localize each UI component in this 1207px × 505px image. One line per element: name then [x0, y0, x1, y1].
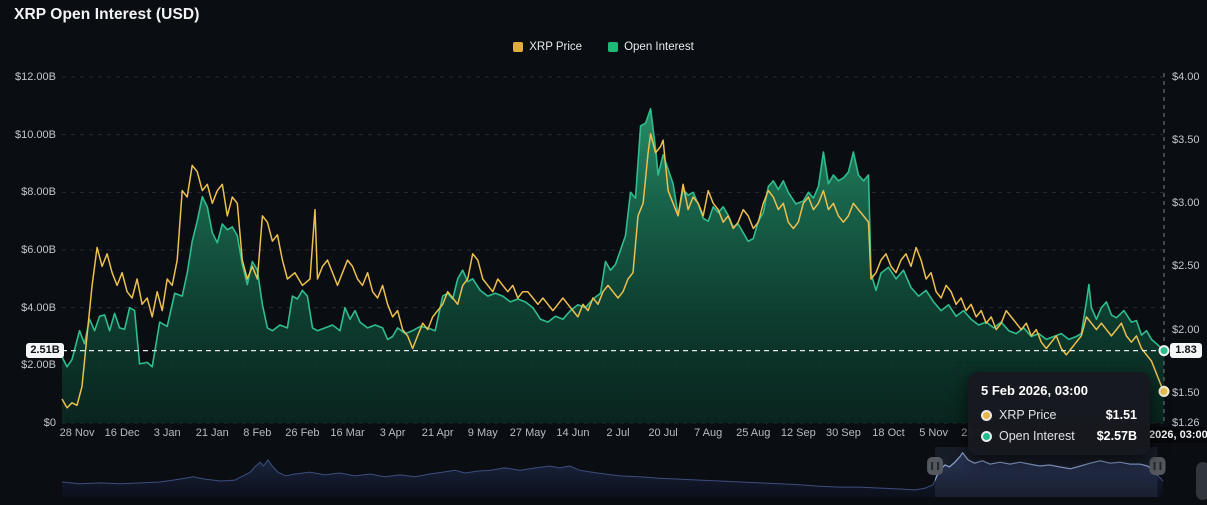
- right-axis-tick: $1.50: [1172, 386, 1200, 399]
- open-interest-current-value-badge: 2.51B: [26, 342, 64, 358]
- x-axis-tick: 14 Jun: [556, 427, 590, 439]
- left-axis-tick: $10.00B: [15, 128, 56, 141]
- ui-fragment[interactable]: [1196, 462, 1207, 500]
- open-interest-dot-icon: [981, 430, 992, 442]
- xrp-price-dot-icon: [981, 409, 992, 421]
- chart-legend: XRP Price Open Interest: [0, 41, 1207, 53]
- open-interest-current-dot: [1158, 345, 1170, 357]
- x-axis-tick: 5 Nov: [919, 427, 948, 439]
- xrp-price-current-dot: [1158, 385, 1170, 397]
- x-axis-tick: 3 Jan: [153, 427, 181, 439]
- x-axis-tick: 21 Jan: [195, 427, 229, 439]
- right-axis-tick: $2.00: [1172, 323, 1200, 336]
- tooltip-row-xrp-price: XRP Price $1.51: [981, 408, 1137, 422]
- crosshair-date-badge: 2026, 03:00: [1146, 427, 1207, 443]
- left-axis-tick: $12.00B: [15, 71, 56, 83]
- x-axis-tick: 7 Aug: [694, 427, 723, 439]
- legend-item-open-interest[interactable]: Open Interest: [608, 41, 694, 53]
- x-axis-tick: 21 Apr: [421, 427, 454, 439]
- x-axis-tick: 2 Jul: [606, 427, 630, 439]
- chart-tooltip: 5 Feb 2026, 03:00 XRP Price $1.51 Open I…: [968, 372, 1150, 455]
- x-axis-tick: 28 Nov: [59, 427, 95, 439]
- xrp-open-interest-chart: { "title": "XRP Open Interest (USD)", "l…: [0, 0, 1207, 505]
- legend-item-xrp-price[interactable]: XRP Price: [513, 41, 582, 53]
- right-axis-tick: $4.00: [1172, 71, 1200, 83]
- x-axis-tick: 12 Sep: [780, 427, 816, 439]
- right-axis-tick: $3.50: [1172, 134, 1200, 147]
- x-axis-tick: 16 Dec: [104, 427, 140, 439]
- x-axis-tick: 9 May: [467, 427, 498, 439]
- x-axis-tick: 26 Feb: [285, 427, 320, 439]
- navigator-left-handle[interactable]: [927, 457, 944, 475]
- legend-label: XRP Price: [529, 41, 583, 53]
- left-axis-tick: $8.00B: [21, 186, 56, 199]
- left-axis-tick: $2.00B: [21, 359, 56, 372]
- tooltip-label: XRP Price: [999, 408, 1057, 422]
- x-axis-tick: 18 Oct: [872, 427, 905, 439]
- tooltip-value: $1.51: [1105, 408, 1137, 422]
- legend-label: Open Interest: [624, 41, 694, 53]
- left-axis-tick: $6.00B: [21, 244, 56, 256]
- x-axis-tick: 20 Jul: [648, 427, 678, 439]
- tooltip-label: Open Interest: [999, 429, 1075, 443]
- x-axis-tick: 30 Sep: [825, 427, 861, 439]
- xrp-price-swatch-icon: [513, 42, 524, 52]
- open-interest-swatch-icon: [608, 42, 619, 52]
- left-axis-tick: $4.00B: [21, 301, 56, 314]
- x-axis-tick: 27 May: [509, 427, 546, 439]
- x-axis-tick: 16 Mar: [330, 427, 365, 439]
- right-axis-tick: $2.50: [1172, 260, 1200, 273]
- x-axis-tick: 3 Apr: [379, 427, 406, 439]
- tooltip-row-open-interest: Open Interest $2.57B: [981, 429, 1137, 443]
- price-axis-current-value-badge: 1.83: [1170, 342, 1202, 358]
- tooltip-date: 5 Feb 2026, 03:00: [981, 383, 1088, 398]
- x-axis-tick: 8 Feb: [243, 427, 272, 439]
- x-axis-tick: 25 Aug: [736, 427, 771, 439]
- left-axis-tick: $0: [43, 417, 56, 429]
- right-axis-tick: $3.00: [1172, 197, 1200, 210]
- page-title: XRP Open Interest (USD): [14, 6, 200, 23]
- navigator-right-handle[interactable]: [1149, 457, 1166, 475]
- tooltip-value: $2.57B: [1096, 429, 1137, 443]
